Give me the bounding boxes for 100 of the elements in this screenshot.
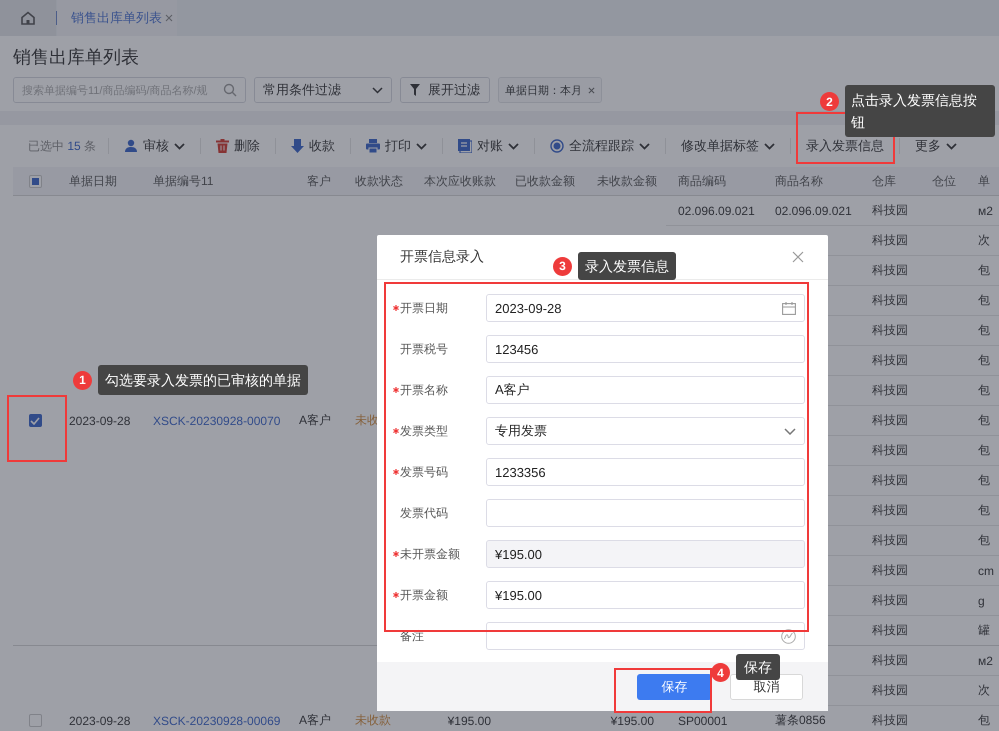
callout-tooltip: 勾选要录入发票的已审核的单据 bbox=[98, 365, 308, 395]
chevron-down-icon bbox=[174, 142, 186, 150]
column-header: 未收款金额 bbox=[597, 172, 657, 190]
callout-tooltip: 录入发票信息 bbox=[578, 252, 676, 280]
chevron-down-icon bbox=[508, 142, 520, 150]
table-cell: 包 bbox=[978, 382, 990, 399]
expand-filter-button[interactable]: 展开过滤 bbox=[400, 77, 490, 103]
table-cell: 科技园 bbox=[872, 532, 908, 549]
down-arrow-icon bbox=[291, 139, 304, 153]
table-cell: 2023-09-28 bbox=[69, 414, 130, 428]
table-cell: ¥195.00 bbox=[610, 714, 654, 728]
toolbar-button[interactable]: 删除 bbox=[201, 137, 276, 155]
close-icon[interactable] bbox=[588, 86, 595, 94]
chevron-down-icon bbox=[784, 428, 796, 435]
calendar-icon bbox=[782, 302, 796, 315]
toolbar-button[interactable]: 录入发票信息 bbox=[791, 137, 900, 155]
toolbar-button[interactable]: 更多 bbox=[900, 137, 972, 155]
input-field[interactable] bbox=[486, 499, 805, 528]
table-cell: cm bbox=[978, 564, 994, 578]
date-field[interactable]: 2023-09-28 bbox=[486, 294, 805, 322]
column-header: 单 bbox=[978, 172, 990, 190]
chevron-down-icon bbox=[639, 142, 650, 150]
chevron-down-icon bbox=[372, 86, 383, 94]
input-field[interactable]: ¥195.00 bbox=[486, 581, 805, 610]
callout-tooltip: 点击录入发票信息按钮 bbox=[845, 85, 995, 137]
table-cell: 科技园 bbox=[872, 472, 908, 489]
column-header: 已收款金额 bbox=[515, 172, 575, 190]
table-cell: 罐 bbox=[978, 622, 990, 639]
table-cell: 包 bbox=[978, 292, 990, 309]
field-label: 开票金额 bbox=[400, 586, 448, 604]
table-cell: 包 bbox=[978, 322, 990, 339]
table-cell: 科技园 bbox=[872, 502, 908, 519]
table-cell: 科技园 bbox=[872, 292, 908, 309]
input-field[interactable]: 123456 bbox=[486, 335, 805, 364]
status-text: 未收款 bbox=[355, 712, 391, 729]
step-number-badge: 1 bbox=[73, 370, 92, 390]
table-cell: 包 bbox=[978, 412, 990, 429]
page-title: 销售出库单列表 bbox=[13, 46, 140, 69]
field-label: 发票代码 bbox=[399, 504, 448, 522]
filter-tag[interactable]: 单据日期：本月 bbox=[498, 77, 602, 103]
field-label: 开票名称 bbox=[400, 382, 448, 399]
toolbar-button[interactable]: 修改单据标签 bbox=[666, 137, 790, 155]
table-cell: 包 bbox=[978, 262, 990, 279]
table-cell: 02.096.09.021 bbox=[678, 204, 755, 218]
table-cell: 次 bbox=[978, 232, 990, 249]
table-cell: 科技园 bbox=[872, 442, 908, 459]
column-header: 本次应收账款 bbox=[424, 172, 496, 190]
table-cell: 科技园 bbox=[872, 382, 908, 399]
callout-tooltip: 保存 bbox=[736, 654, 780, 680]
input-field[interactable]: 1233356 bbox=[486, 458, 805, 486]
order-number-link[interactable]: XSCK-20230928-00069 bbox=[153, 714, 280, 728]
order-number-link[interactable]: XSCK-20230928-00070 bbox=[153, 414, 280, 428]
page-tab[interactable]: 销售出库单列表 bbox=[57, 0, 177, 36]
toolbar-button[interactable]: 审核 bbox=[109, 137, 200, 155]
select-field[interactable]: 专用发票 bbox=[486, 417, 805, 446]
toolbar-button[interactable]: 全流程跟踪 bbox=[535, 137, 666, 155]
close-icon[interactable] bbox=[792, 251, 804, 264]
table-cell: 科技园 bbox=[872, 352, 908, 369]
search-icon[interactable] bbox=[223, 83, 237, 97]
home-tab[interactable] bbox=[0, 0, 56, 36]
table-cell: 科技园 bbox=[872, 712, 908, 729]
field-label: 开票日期 bbox=[400, 300, 448, 317]
table-cell: 包 bbox=[978, 442, 990, 459]
trash-icon bbox=[216, 139, 230, 153]
table-cell: 包 bbox=[978, 352, 990, 369]
input-field[interactable]: A客户 bbox=[486, 376, 805, 404]
ledger-icon bbox=[458, 139, 472, 153]
field-label: 发票号码 bbox=[400, 464, 448, 481]
toolbar-button[interactable]: 对账 bbox=[443, 137, 534, 155]
table-cell: 科技园 bbox=[872, 652, 908, 669]
filter-select[interactable]: 常用条件过滤 bbox=[254, 77, 392, 103]
person-icon bbox=[124, 139, 138, 153]
table-cell: 科技园 bbox=[872, 592, 908, 609]
table-cell: 科技园 bbox=[872, 322, 908, 339]
chevron-down-icon bbox=[946, 142, 958, 150]
dialog-title: 开票信息录入 bbox=[400, 248, 484, 266]
table-cell: 科技园 bbox=[872, 682, 908, 699]
table-cell: A客户 bbox=[298, 712, 331, 729]
save-button[interactable]: 保存 bbox=[637, 674, 712, 700]
row-checkbox[interactable] bbox=[28, 414, 42, 427]
row-checkbox[interactable] bbox=[28, 714, 42, 727]
input-field[interactable]: ¥195.00 bbox=[486, 540, 805, 568]
table-cell: 科技园 bbox=[872, 262, 908, 279]
scribble-icon bbox=[781, 628, 796, 644]
status-text: 未收 bbox=[355, 412, 379, 429]
table-cell: 包 bbox=[978, 712, 990, 729]
remark-field[interactable] bbox=[486, 622, 805, 650]
table-cell: 科技园 bbox=[872, 622, 908, 639]
column-header: 仓库 bbox=[872, 172, 896, 190]
column-header: 客户 bbox=[307, 172, 331, 190]
table-cell: 02.096.09.021 bbox=[775, 204, 852, 218]
table-cell: 包 bbox=[978, 472, 990, 489]
table-cell: 包 bbox=[978, 502, 990, 519]
close-icon[interactable] bbox=[165, 14, 173, 22]
table-cell: 科技园 bbox=[872, 412, 908, 429]
toolbar-button[interactable]: 打印 bbox=[351, 137, 442, 155]
table-cell: g bbox=[978, 594, 985, 608]
select-all-checkbox[interactable] bbox=[28, 174, 42, 188]
toolbar-button[interactable]: 收款 bbox=[276, 137, 350, 155]
column-header: 收款状态 bbox=[355, 172, 403, 190]
